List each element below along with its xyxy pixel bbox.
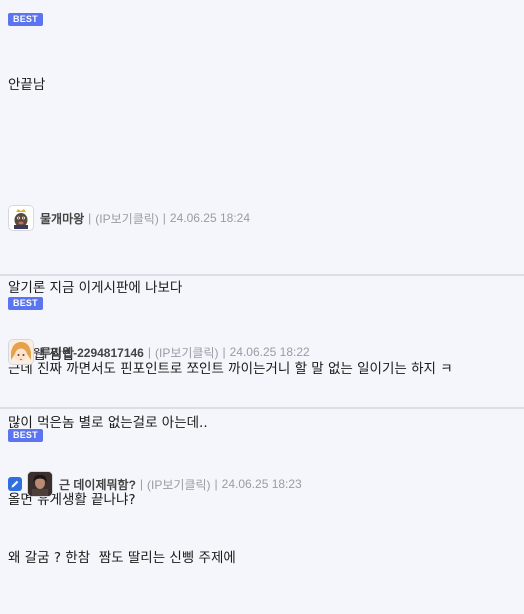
ip-view-link[interactable]: (IP보기클릭) [155,344,219,361]
comment-body: 올면 유게생활 끝나냐? [8,444,136,557]
comment-date: 24.06.25 18:23 [221,477,302,491]
meta-separator: | [214,477,218,491]
comment-line: 안끝남 [8,77,46,93]
comment-line [8,142,236,165]
comment-meta: 루리웹-2294817146 | (IP보기클릭) | 24.06.25 18:… [8,338,310,366]
king-character-avatar[interactable] [8,205,34,231]
ip-view-link[interactable]: (IP보기클릭) [147,476,211,493]
best-badge: BEST [8,429,43,442]
comment-divider [0,407,524,409]
pencil-icon [8,477,22,491]
meta-separator: | [162,211,166,225]
comment-meta: 물개마왕 | (IP보기클릭) | 24.06.25 18:24 [8,204,250,232]
ip-view-link[interactable]: (IP보기클릭) [95,210,159,227]
meta-separator: | [139,477,144,491]
meta-separator: | [88,211,92,225]
nickname[interactable]: 근 데이제뭐함? [59,476,136,493]
comment-date: 24.06.25 18:24 [169,211,250,225]
anime-girl-avatar[interactable] [8,339,34,365]
nickname[interactable]: 루리웹-2294817146 [40,344,144,361]
meta-separator: | [222,345,226,359]
comment-meta: 근 데이제뭐함? | (IP보기클릭) | 24.06.25 18:23 [8,470,302,498]
meta-separator: | [147,345,151,359]
comment-date: 24.06.25 18:22 [229,345,310,359]
best-badge: BEST [8,297,43,310]
person-photo-avatar[interactable] [27,471,53,497]
nickname[interactable]: 물개마왕 [40,210,84,227]
comment-line: 알기론 지금 이게시판에 나보다 [8,279,183,296]
comment-divider [0,274,524,276]
best-badge: BEST [8,13,43,26]
